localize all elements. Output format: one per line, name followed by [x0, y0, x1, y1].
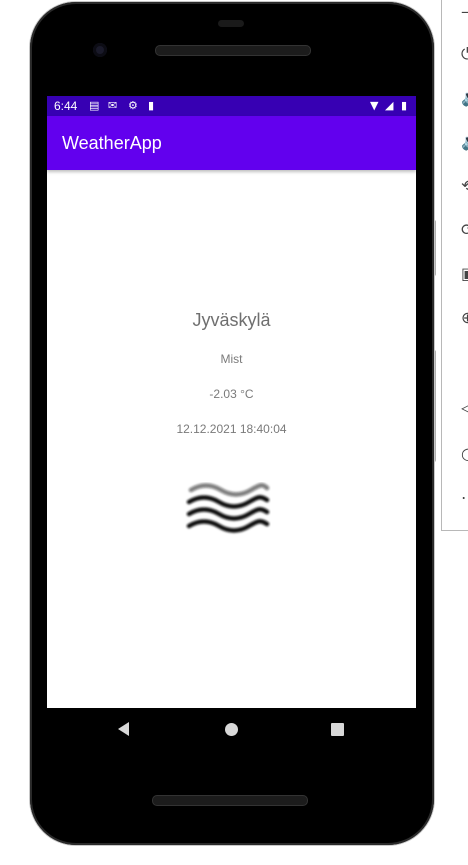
app-bar: WeatherApp [47, 116, 416, 170]
screenshot-icon[interactable]: ▣ [461, 266, 468, 282]
recents-icon[interactable] [331, 723, 344, 736]
sd-card-icon: ▮ [148, 99, 155, 112]
home-icon[interactable] [225, 723, 238, 736]
temperature: -2.03 °C [209, 387, 254, 401]
observation-time: 12.12.2021 18:40:04 [176, 422, 287, 436]
status-bar: 6:44 ▤ ✉ ⚙ ▮ ▼ ◢ ▮ [47, 96, 416, 116]
rotate-left-icon[interactable]: ⟲ [461, 178, 468, 194]
proximity-sensor [218, 20, 244, 27]
wifi-icon: ▼ [370, 99, 379, 112]
zoom-icon[interactable]: ⊕ [461, 310, 468, 326]
volume-down-icon[interactable]: 🔉 [461, 134, 468, 150]
earpiece-speaker [155, 45, 311, 56]
weather-content: Jyväskylä Mist -2.03 °C 12.12.2021 18:40… [47, 170, 416, 708]
power-icon[interactable]: ⏻ [461, 46, 468, 62]
front-camera-icon [93, 43, 107, 57]
emulator-toolbar: – ⏻ 🔊 🔉 ⟲ ⟳ ▣ ⊕ ◁ ○ ⋯ [441, 0, 468, 531]
minimize-icon[interactable]: – [461, 4, 468, 20]
calendar-icon: ▤ [89, 99, 100, 112]
app-title: WeatherApp [62, 133, 162, 153]
mist-icon [186, 483, 270, 533]
city-name: Jyväskylä [192, 310, 271, 330]
settings-icon: ⚙ [128, 99, 138, 112]
volume-up-icon[interactable]: 🔊 [461, 90, 468, 106]
back-icon-toolbar[interactable]: ◁ [461, 400, 468, 416]
bottom-speaker [152, 795, 308, 806]
home-icon-toolbar[interactable]: ○ [461, 446, 468, 462]
back-icon[interactable] [118, 722, 129, 736]
weather-condition: Mist [220, 352, 243, 366]
phone-screen: 6:44 ▤ ✉ ⚙ ▮ ▼ ◢ ▮ WeatherApp Jyväskylä … [47, 96, 416, 708]
status-time: 6:44 [54, 99, 78, 113]
emulator-stage: – ⏻ 🔊 🔉 ⟲ ⟳ ▣ ⊕ ◁ ○ ⋯ 6:44 ▤ ✉ ⚙ ▮ ▼ ◢ ▮… [0, 0, 468, 865]
rotate-right-icon[interactable]: ⟳ [461, 222, 468, 238]
gmail-icon: ✉ [108, 99, 118, 112]
battery-icon: ▮ [401, 99, 408, 112]
signal-icon: ◢ [385, 99, 394, 112]
navigation-bar [47, 708, 416, 752]
more-icon[interactable]: ⋯ [461, 490, 468, 506]
